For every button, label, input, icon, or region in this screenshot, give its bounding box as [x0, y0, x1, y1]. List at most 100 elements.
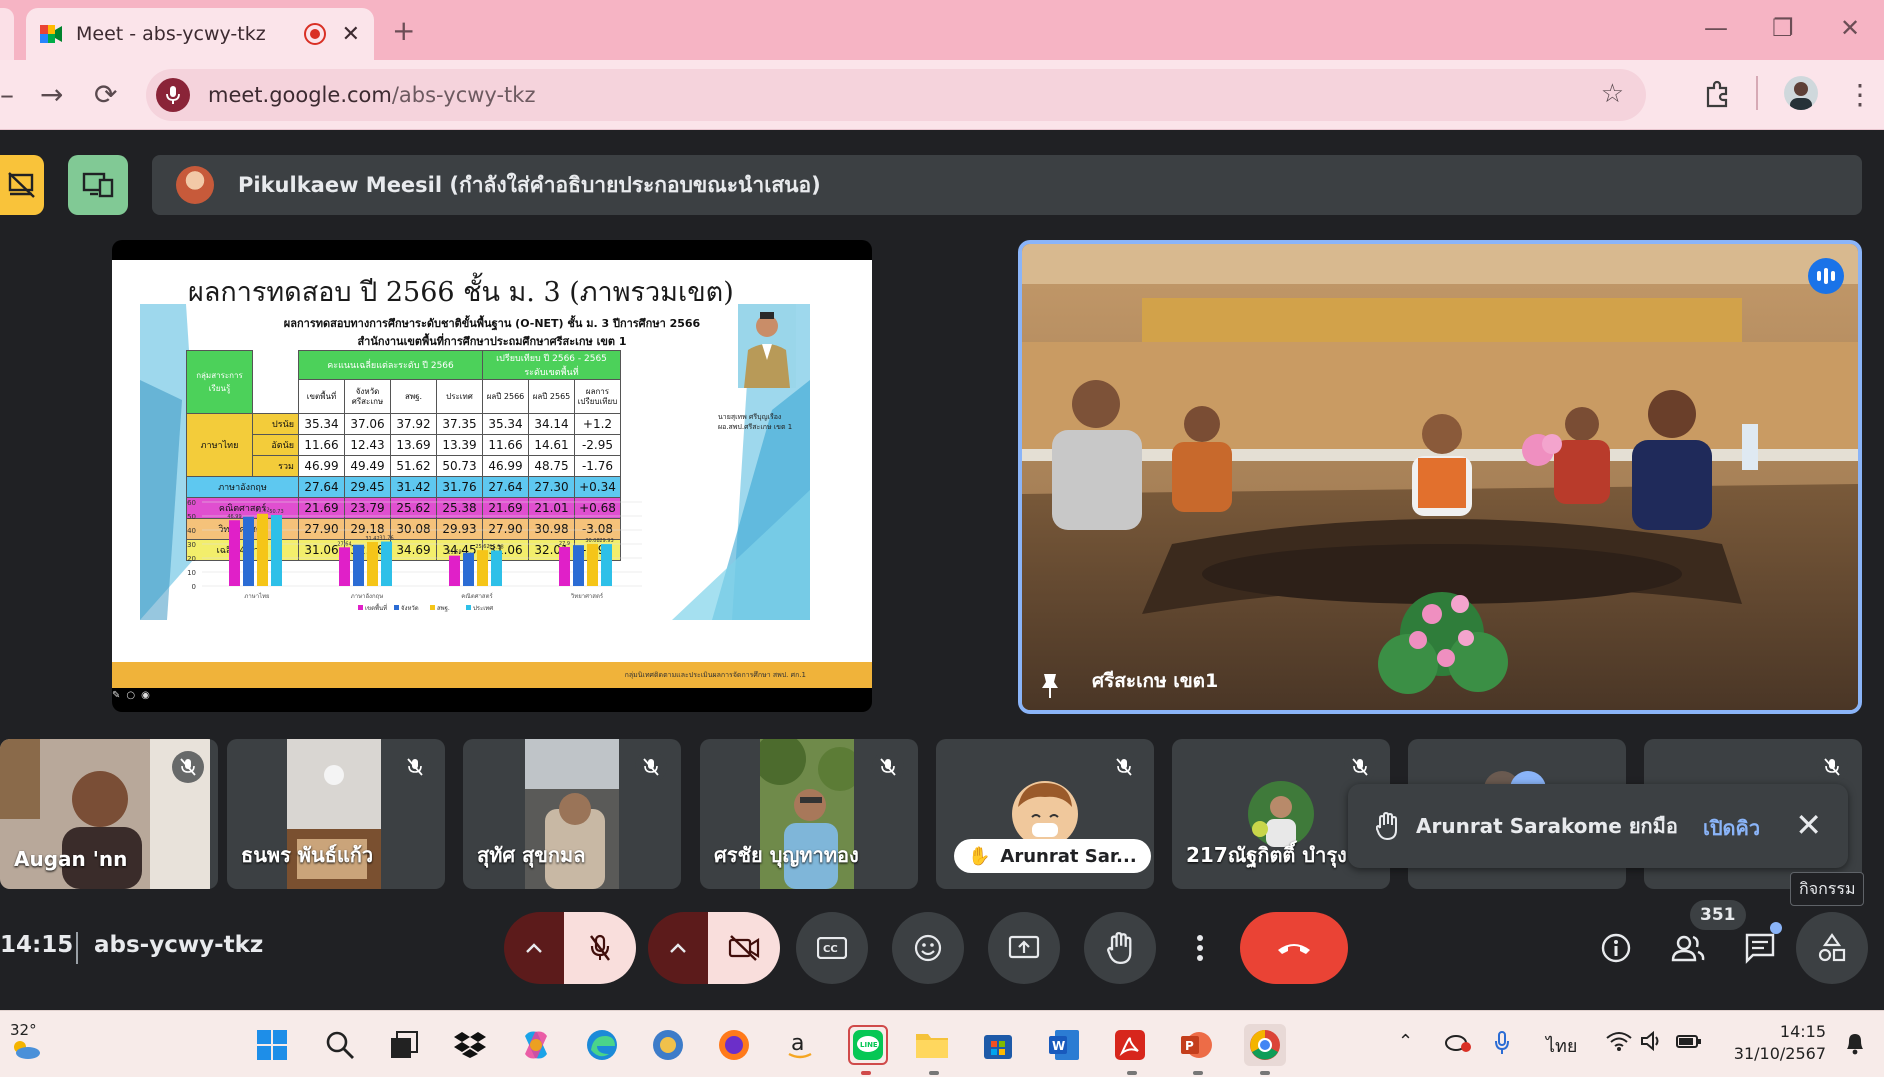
microphone-in-use-icon[interactable] — [156, 78, 190, 112]
change-layout-button[interactable] — [68, 155, 128, 215]
annotation-more-icon[interactable]: ◉ — [141, 690, 150, 701]
address-bar[interactable]: meet.google.com/abs-ycwy-tkz ☆ — [146, 69, 1646, 121]
search-icon[interactable] — [322, 1027, 358, 1063]
task-view-icon[interactable] — [386, 1027, 422, 1063]
restore-icon[interactable]: ❐ — [1772, 14, 1794, 42]
edge-icon[interactable] — [584, 1027, 620, 1063]
acrobat-icon[interactable] — [1112, 1027, 1148, 1063]
table-cell: 50.73 — [436, 455, 483, 477]
people-icon — [1671, 935, 1705, 962]
notifications-bell-icon[interactable] — [1844, 1031, 1866, 1055]
raise-hand-button[interactable] — [1084, 912, 1156, 984]
svg-text:CC: CC — [823, 944, 838, 955]
volume-icon[interactable] — [1640, 1031, 1664, 1051]
info-icon — [1601, 933, 1631, 963]
annotation-toolbar[interactable]: ✎ ○ ◉ — [112, 690, 150, 701]
video-options-button[interactable] — [648, 912, 708, 984]
legend-label: ประเทศ — [473, 605, 493, 612]
meeting-details-button[interactable] — [1586, 918, 1646, 978]
powerpoint-icon[interactable]: P — [1178, 1027, 1214, 1063]
table-cell: +1.2 — [574, 413, 621, 435]
camera-toggle-button[interactable] — [708, 912, 780, 984]
forward-arrow-icon[interactable]: → — [40, 78, 63, 111]
battery-icon[interactable] — [1676, 1031, 1702, 1051]
start-menu-icon[interactable] — [254, 1027, 290, 1063]
back-arrow-icon[interactable]: – — [0, 78, 14, 111]
participant-tile[interactable]: Augan 'nn — [0, 739, 218, 889]
more-options-button[interactable] — [1164, 912, 1236, 984]
pin-icon[interactable] — [1038, 672, 1062, 700]
presentation-view-button[interactable] — [0, 155, 44, 215]
participant-tile[interactable]: ศรชัย บุญทาทอง — [700, 739, 918, 889]
word-icon[interactable]: W — [1046, 1027, 1082, 1063]
weather-widget[interactable]: 32° — [10, 1021, 42, 1059]
x-tick-label: ภาษาไทย — [244, 592, 269, 600]
activities-icon — [1818, 933, 1846, 962]
profile-avatar[interactable] — [1784, 76, 1818, 110]
participant-tile[interactable]: สุทัศ สุขกมล — [463, 739, 681, 889]
file-explorer-icon[interactable] — [914, 1027, 950, 1063]
y-tick-label: 40 — [187, 527, 196, 535]
copilot-icon[interactable] — [518, 1027, 554, 1063]
close-tab-icon[interactable]: ✕ — [342, 22, 360, 47]
table-cell: 13.39 — [436, 434, 483, 456]
audio-options-button[interactable] — [504, 912, 564, 984]
open-queue-button[interactable]: เปิดคิว — [1703, 812, 1760, 844]
line-app-icon[interactable]: LINE — [848, 1025, 888, 1065]
tab-title: Meet - abs-ycwy-tkz — [76, 23, 266, 45]
bookmark-star-icon[interactable]: ☆ — [1601, 79, 1624, 109]
table-cell: 11.66 — [298, 434, 345, 456]
slide-footer: กลุ่มนิเทศติดตามและประเมินผลการจัดการศึก… — [112, 662, 872, 688]
presenter-banner-text: Pikulkaew Meesil (กำลังใส่คำอธิบายประกอบ… — [238, 172, 821, 197]
bar-data-label: 27.9 — [559, 541, 570, 547]
cloud-sync-error-icon[interactable] — [1444, 1031, 1472, 1053]
show-hidden-icons-chevron-icon[interactable]: ⌃ — [1398, 1031, 1413, 1052]
bar — [271, 514, 282, 586]
dropbox-icon[interactable] — [452, 1027, 488, 1063]
mic-off-icon — [872, 751, 904, 783]
bar-data-label: 21.69 — [447, 550, 461, 556]
reactions-button[interactable] — [892, 912, 964, 984]
activities-button[interactable] — [1796, 912, 1868, 984]
close-notification-icon[interactable]: ✕ — [1795, 806, 1822, 844]
chrome-icon[interactable] — [1244, 1024, 1286, 1066]
browser-menu-icon[interactable]: ⋮ — [1846, 78, 1874, 111]
participant-tile[interactable]: ✋ Arunrat Sar... — [936, 739, 1154, 889]
close-window-icon[interactable]: ✕ — [1840, 14, 1860, 42]
extensions-icon[interactable] — [1704, 80, 1732, 108]
browser-tab-meet[interactable]: Meet - abs-ycwy-tkz ✕ — [26, 8, 374, 60]
amazon-icon[interactable]: a — [782, 1027, 818, 1063]
bar — [257, 513, 268, 586]
presentation-stage[interactable]: ผลการทดสอบ ปี 2566 ชั้น ม. 3 (ภาพรวมเขต)… — [112, 240, 872, 712]
system-clock[interactable]: 14:15 31/10/2567 — [1734, 1021, 1826, 1065]
microsoft-store-icon[interactable] — [980, 1027, 1016, 1063]
new-tab-button[interactable]: + — [392, 14, 415, 47]
featured-camera-tile[interactable]: ศรีสะเกษ เขต1 — [1018, 240, 1862, 714]
leave-call-button[interactable] — [1240, 912, 1348, 984]
col-subject-header: กลุ่มสาระการเรียนรู้ — [186, 350, 253, 414]
captions-button[interactable]: CC — [796, 912, 868, 984]
group-header-2: เปรียบเทียบ ปี 2566 - 2565 ระดับเขตพื้นท… — [482, 350, 621, 380]
mic-off-icon — [635, 751, 667, 783]
participant-tile[interactable]: ธนพร พันธ์แก้ว — [227, 739, 445, 889]
firefox-icon[interactable] — [716, 1027, 752, 1063]
bar — [463, 552, 474, 586]
microphone-tray-icon[interactable] — [1494, 1031, 1510, 1055]
svg-text:P: P — [1185, 1039, 1194, 1053]
wifi-icon[interactable] — [1606, 1031, 1632, 1051]
input-language-indicator[interactable]: ไทย — [1546, 1031, 1577, 1060]
mic-off-icon — [399, 751, 431, 783]
presenter-banner: Pikulkaew Meesil (กำลังใส่คำอธิบายประกอบ… — [152, 155, 1862, 215]
bar — [491, 550, 502, 586]
annotation-pen-icon[interactable]: ✎ — [112, 690, 120, 701]
previous-tab[interactable] — [0, 8, 14, 60]
microphone-toggle-button[interactable] — [564, 912, 636, 984]
minimize-icon[interactable]: — — [1704, 14, 1728, 42]
director-title: ผอ.สพป.ศรีสะเกษ เขต 1 — [718, 423, 793, 431]
reload-icon[interactable]: ⟳ — [94, 78, 117, 111]
present-screen-button[interactable] — [988, 912, 1060, 984]
app-pinned-icon[interactable] — [650, 1027, 686, 1063]
os-taskbar: 32° a LINE W P ⌃ ไทย 14:15 31/10/2567 — [0, 1010, 1884, 1077]
slide-title: ผลการทดสอบ ปี 2566 ชั้น ม. 3 (ภาพรวมเขต) — [188, 277, 734, 308]
annotation-shape-icon[interactable]: ○ — [126, 690, 135, 701]
